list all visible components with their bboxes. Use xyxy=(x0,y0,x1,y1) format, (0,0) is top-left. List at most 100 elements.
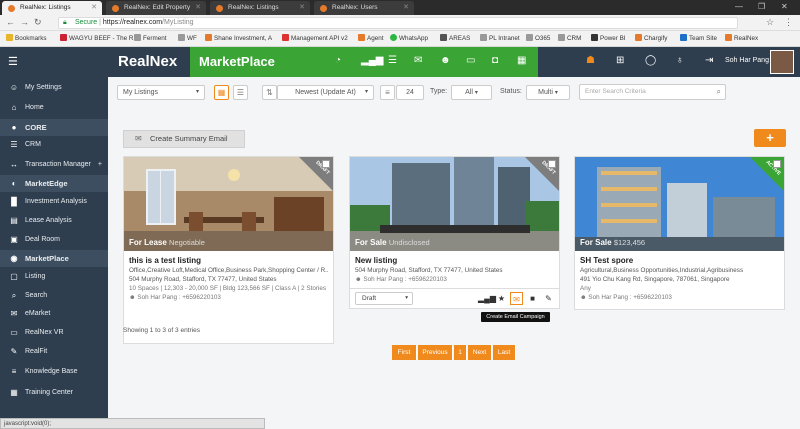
dashboard-icon[interactable]: ◔ xyxy=(335,55,341,66)
logout-icon[interactable]: ⇥ xyxy=(705,55,713,66)
sidebar-item-marketplace[interactable]: ◉ MarketPlace xyxy=(0,250,108,267)
listing-title[interactable]: SH Test spore xyxy=(580,256,633,265)
sidebar-item-deal-room[interactable]: ▣ Deal Room xyxy=(0,231,108,248)
sort-direction-button[interactable]: ⇅ xyxy=(262,85,277,100)
back-icon[interactable]: ← xyxy=(6,17,15,27)
email-campaign-icon[interactable]: ✉ xyxy=(510,292,523,305)
user-icon[interactable]: ☗ xyxy=(586,55,595,66)
list-view-button[interactable]: ☰ xyxy=(233,85,248,100)
sitemap-icon[interactable]: ⊞ xyxy=(616,55,624,66)
bookmark-item[interactable]: WF xyxy=(178,34,197,42)
sidebar-item-crm[interactable]: ☰ CRM xyxy=(0,136,108,153)
listing-photo[interactable]: For Sale $123,456 ACTIVE xyxy=(575,157,784,251)
binoculars-icon[interactable]: ◘ xyxy=(492,55,498,66)
browser-tab[interactable]: RealNex: Listings ✕ xyxy=(2,1,102,15)
user-name[interactable]: Soh Har Pang xyxy=(725,57,769,64)
grid-icon[interactable]: ▦ xyxy=(517,55,526,66)
envelope-icon[interactable]: ✉ xyxy=(414,55,422,66)
minimize-icon[interactable]: — xyxy=(735,0,743,14)
bookmark-item[interactable]: WhatsApp xyxy=(390,34,428,42)
sidebar-item-realfit[interactable]: ✎ RealFit xyxy=(0,343,108,360)
pager-page-button[interactable]: 1 xyxy=(454,345,467,360)
bookmark-item[interactable]: Agent xyxy=(358,34,383,42)
select-checkbox[interactable] xyxy=(548,160,556,168)
signal-icon[interactable]: ▂▄▆ xyxy=(361,55,383,66)
page-size-button[interactable]: ≡ xyxy=(380,85,395,100)
user-group-icon[interactable]: ☻ xyxy=(440,55,451,66)
bookmark-item[interactable]: WAGYU BEEF - The R xyxy=(60,34,133,42)
add-listing-button[interactable]: + xyxy=(754,129,786,147)
bookmark-item[interactable]: RealNex xyxy=(725,34,758,42)
listing-card[interactable]: For Sale $123,456 ACTIVE SH Test spore A… xyxy=(574,156,785,310)
edit-icon[interactable]: ✎ xyxy=(542,292,555,305)
address-bar[interactable]: 🔒︎ Secure | https://realnex.com/MyListin… xyxy=(58,17,738,29)
search-icon[interactable]: ⌕ xyxy=(717,85,721,99)
star-icon[interactable]: ★ xyxy=(495,292,508,305)
bookmark-item[interactable]: Shane Investment, A xyxy=(205,34,272,42)
menu-icon[interactable]: ⋮ xyxy=(784,17,793,28)
pager-previous-button[interactable]: Previous xyxy=(418,345,453,360)
folder-icon[interactable]: ▭ xyxy=(466,55,475,66)
sidebar-item-realnex-vr[interactable]: ▭ RealNex VR xyxy=(0,324,108,341)
listing-photo[interactable]: For Lease Negotiable DRAFT xyxy=(124,157,333,251)
brand-logo[interactable]: RealNex xyxy=(110,47,190,77)
bookmark-item[interactable]: Power BI xyxy=(591,34,626,42)
hamburger-menu-icon[interactable]: ☰ xyxy=(8,55,18,68)
forward-icon[interactable]: → xyxy=(20,17,29,27)
page-size-input[interactable]: 24 xyxy=(396,85,424,100)
close-icon[interactable]: ✕ xyxy=(195,1,201,15)
bookmark-item[interactable]: CRM xyxy=(558,34,581,42)
video-icon[interactable]: ■ xyxy=(526,292,539,305)
avatar[interactable] xyxy=(770,50,794,74)
listing-card[interactable]: For Lease Negotiable DRAFT this is a tes… xyxy=(123,156,334,344)
sidebar-item-listing[interactable]: ▢ Listing xyxy=(0,268,108,285)
chat-icon[interactable]: ◯ xyxy=(645,55,656,66)
sidebar-item-lease-analysis[interactable]: ▤ Lease Analysis xyxy=(0,212,108,229)
bookmark-item[interactable]: Management API v2 xyxy=(282,34,348,42)
bookmark-item[interactable]: AREAS xyxy=(440,34,470,42)
close-icon[interactable]: ✕ xyxy=(403,1,409,15)
browser-tab[interactable]: RealNex: Listings ✕ xyxy=(210,1,310,15)
lightbulb-icon[interactable]: ♁ xyxy=(676,55,684,66)
create-summary-email-button[interactable]: ✉ Create Summary Email xyxy=(123,130,245,148)
bookmark-item[interactable]: PL Intranet xyxy=(480,34,520,42)
grid-view-button[interactable]: ▦ xyxy=(214,85,229,100)
pager-first-button[interactable]: First xyxy=(392,345,417,360)
sort-select[interactable]: Newest (Update At) ▾ xyxy=(277,85,374,100)
pager-last-button[interactable]: Last xyxy=(493,345,516,360)
listing-title[interactable]: this is a test listing xyxy=(129,256,201,265)
select-checkbox[interactable] xyxy=(322,160,330,168)
star-icon[interactable]: ☆ xyxy=(766,17,774,28)
select-checkbox[interactable] xyxy=(773,160,781,168)
type-select[interactable]: All ▾ xyxy=(451,85,492,100)
close-icon[interactable]: ✕ xyxy=(91,1,97,15)
plus-icon[interactable]: + xyxy=(98,156,102,173)
sidebar-item-home[interactable]: ⌂ Home xyxy=(0,99,108,116)
sidebar-item-transaction-manager[interactable]: ↔ Transaction Manager + xyxy=(0,156,108,173)
search-input[interactable]: Enter Search Criteria ⌕ xyxy=(579,84,726,100)
sidebar-item-training-center[interactable]: ▦ Training Center xyxy=(0,384,108,401)
listing-photo[interactable]: For Sale Undisclosed DRAFT xyxy=(350,157,559,251)
sidebar-item-marketedge[interactable]: ◐ MarketEdge xyxy=(0,175,108,192)
reload-icon[interactable]: ↻ xyxy=(34,17,42,28)
pager-next-button[interactable]: Next xyxy=(468,345,492,360)
bookmark-item[interactable]: Team Site xyxy=(680,34,717,42)
stats-icon[interactable]: ▂▄▆ xyxy=(478,292,496,305)
browser-tab[interactable]: RealNex: Edit Property ✕ xyxy=(106,1,206,15)
maximize-icon[interactable]: ❐ xyxy=(758,0,765,14)
sidebar-item-search[interactable]: ⌕ Search xyxy=(0,287,108,304)
list-icon[interactable]: ☰ xyxy=(388,55,397,66)
sidebar-item-knowledge-base[interactable]: ≡ Knowledge Base xyxy=(0,363,108,380)
close-window-icon[interactable]: ✕ xyxy=(781,0,788,14)
listing-title[interactable]: New listing xyxy=(355,256,397,265)
listing-status-select[interactable]: Draft ▾ xyxy=(355,292,413,305)
bookmark-item[interactable]: Bookmarks xyxy=(6,34,47,42)
bookmark-item[interactable]: Chargify xyxy=(635,34,667,42)
sidebar-item-core[interactable]: ● CORE xyxy=(0,119,108,136)
bookmark-item[interactable]: Ferment xyxy=(134,34,166,42)
close-icon[interactable]: ✕ xyxy=(299,1,305,15)
browser-tab[interactable]: RealNex: Users ✕ xyxy=(314,1,414,15)
sidebar-item-my-settings[interactable]: ☺ My Settings xyxy=(0,79,108,96)
sidebar-item-investment-analysis[interactable]: █ Investment Analysis xyxy=(0,193,108,210)
sidebar-item-emarket[interactable]: ✉ eMarket xyxy=(0,305,108,322)
